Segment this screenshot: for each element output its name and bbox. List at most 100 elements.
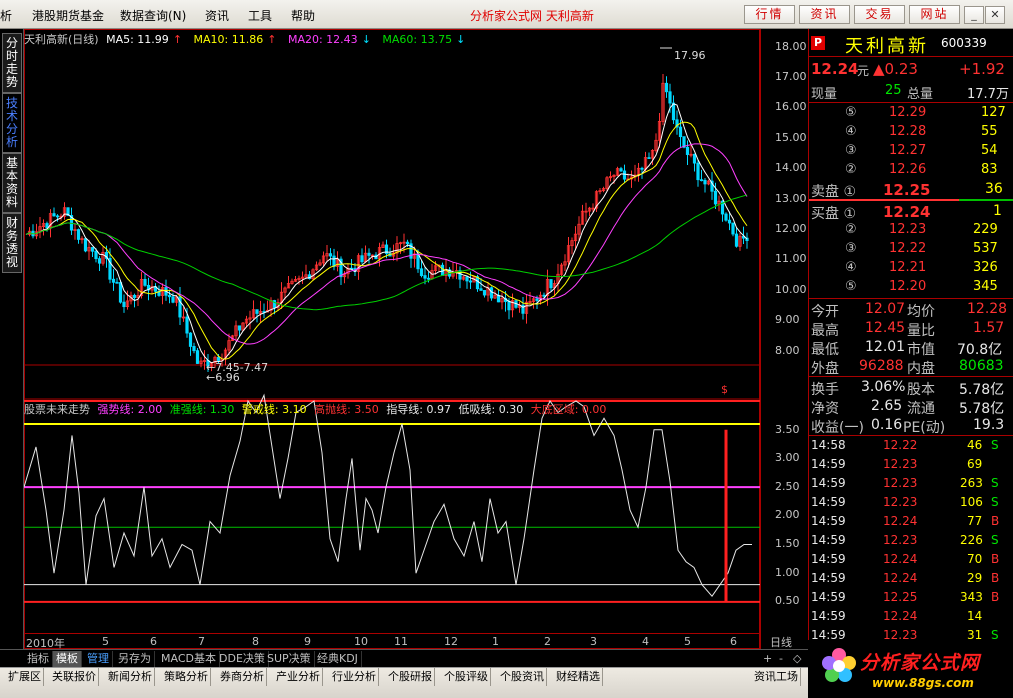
candle-body <box>699 179 704 182</box>
candle-body <box>685 146 690 155</box>
x-tick: 1 <box>492 635 499 648</box>
candle-body <box>143 278 147 286</box>
status-tab[interactable]: 新闻分析 <box>106 668 155 686</box>
bid-row[interactable]: ④ 12.21 326 <box>809 259 1013 278</box>
menu-analysis[interactable]: 析 <box>0 7 12 24</box>
tab-manage[interactable]: 管理 <box>84 651 113 667</box>
tab-sup[interactable]: SUP决策 <box>264 651 315 667</box>
x-tick: 2 <box>544 635 551 648</box>
price-change-pct: +1.92 <box>959 60 1005 78</box>
flower-logo-icon <box>822 648 856 682</box>
y-tick: 10.00 <box>775 283 807 296</box>
candle-body <box>360 255 364 263</box>
candle-body <box>332 255 336 267</box>
bid-row[interactable]: 买盘 ① 12.24 1 <box>809 202 1013 222</box>
chart-area[interactable]: 17.96←6.96←7.45-7.47$ <box>24 29 760 649</box>
y-tick: 9.00 <box>775 313 800 326</box>
bid-bar <box>959 199 1013 201</box>
menu-news[interactable]: 资讯 <box>205 7 229 24</box>
current-price: 12.24 <box>811 60 859 78</box>
tab-template[interactable]: 模板 <box>53 651 82 667</box>
zoom-in-icon[interactable]: + <box>760 651 775 667</box>
candle-body <box>167 294 172 298</box>
candle-body <box>640 167 644 170</box>
menu-hk-futures-funds[interactable]: 港股期货基金 <box>32 7 104 24</box>
tab-kdj[interactable]: 经典KDJ <box>314 651 362 667</box>
candle-body <box>731 222 735 235</box>
status-tab[interactable]: 关联报价 <box>50 668 99 686</box>
candle-body <box>692 153 697 164</box>
candle-body <box>696 162 700 181</box>
status-tab[interactable]: 产业分析 <box>274 668 323 686</box>
market-button[interactable]: 行情 <box>744 5 795 24</box>
trade-button[interactable]: 交易 <box>854 5 905 24</box>
zoom-out-icon[interactable]: - <box>776 651 786 667</box>
ma20-label: MA20: 12.43 ↓ <box>287 33 371 46</box>
status-tab[interactable]: 券商分析 <box>218 668 267 686</box>
candle-body <box>468 280 473 283</box>
status-tab[interactable]: 个股评级 <box>442 668 491 686</box>
x-tick: 12 <box>444 635 458 648</box>
tab-macd[interactable]: MACD基本 <box>158 651 220 667</box>
ask-row[interactable]: ② 12.26 83 <box>809 161 1013 180</box>
tab-time-share[interactable]: 分时走势 <box>2 33 22 93</box>
candle-body <box>622 170 627 180</box>
price-row: 12.24 元 ▲0.23 +1.92 <box>809 59 1013 81</box>
status-tab[interactable]: 策略分析 <box>162 668 211 686</box>
candle-body <box>535 298 539 301</box>
tab-basic-info[interactable]: 基本资料 <box>2 153 22 213</box>
bid-row[interactable]: ③ 12.22 537 <box>809 240 1013 259</box>
divider <box>809 102 1013 103</box>
candle-body <box>405 241 410 245</box>
menu-help[interactable]: 帮助 <box>291 7 315 24</box>
status-tab[interactable]: 个股研报 <box>386 668 435 686</box>
indicator-line-bottom-zone: 大底区域: 0.00 <box>530 403 607 416</box>
status-tab[interactable]: 行业分析 <box>330 668 379 686</box>
candle-body <box>55 215 60 218</box>
candle-body <box>195 350 200 364</box>
candle-body <box>111 278 116 283</box>
website-button[interactable]: 网站 <box>909 5 960 24</box>
reset-icon[interactable]: ◇ <box>790 651 804 667</box>
ask-row[interactable]: ④ 12.28 55 <box>809 123 1013 142</box>
candle-body <box>118 282 123 303</box>
tab-dde[interactable]: DDE决策 <box>216 651 269 667</box>
bid-row[interactable]: ② 12.23 229 <box>809 221 1013 240</box>
tab-technical-analysis[interactable]: 技术分析 <box>2 93 22 153</box>
indicator-line-low-buy: 低吸线: 0.30 <box>458 403 524 416</box>
tab-indicator[interactable]: 指标 <box>24 651 53 667</box>
close-icon[interactable]: ✕ <box>985 6 1005 24</box>
candle-body <box>185 316 189 334</box>
indicator-line-high-sell: 高抛线: 3.50 <box>314 403 379 416</box>
tick-row: 14:59 12.25 343 B <box>811 590 1000 604</box>
price-unit: 元 <box>857 64 870 78</box>
candle-body <box>647 157 651 159</box>
indicator-line-warning: 警戒线: 3.10 <box>241 403 307 416</box>
candle-body <box>132 294 137 298</box>
tab-save-as[interactable]: 另存为 <box>115 651 155 667</box>
candle-body <box>367 252 371 256</box>
stats-row: 最低 12.01 市值 70.8亿 <box>811 339 1003 358</box>
tab-financial[interactable]: 财务透视 <box>2 213 22 273</box>
candle-body <box>115 281 119 284</box>
minimize-icon[interactable]: _ <box>964 6 984 24</box>
news-button[interactable]: 资讯 <box>799 5 850 24</box>
tick-row: 14:59 12.23 106 S <box>811 495 999 509</box>
status-tab[interactable]: 资讯工场 <box>752 668 801 686</box>
tick-row: 14:59 12.23 69 <box>811 457 983 471</box>
tick-row: 14:59 12.24 77 B <box>811 514 1000 528</box>
y-tick: 18.00 <box>775 40 807 53</box>
status-tab[interactable]: 个股资讯 <box>498 668 547 686</box>
status-tab[interactable]: 财经精选 <box>554 668 603 686</box>
menu-tools[interactable]: 工具 <box>248 7 272 24</box>
ask-row[interactable]: 卖盘 ① 12.25 36 <box>809 180 1013 200</box>
menu-data-query[interactable]: 数据查询(N) <box>120 7 186 24</box>
y-tick: 15.00 <box>775 131 807 144</box>
ask-row[interactable]: ③ 12.27 54 <box>809 142 1013 161</box>
period-label[interactable]: 日线 <box>770 634 792 650</box>
ask-row[interactable]: ⑤ 12.29 127 <box>809 104 1013 123</box>
ma5-label: MA5: 11.99 ↑ <box>106 33 183 46</box>
fundamental-row: 收益(一) 0.16 PE(动) 19.3 <box>811 417 1005 436</box>
status-tab[interactable]: 扩展区 <box>6 668 44 686</box>
bid-row[interactable]: ⑤ 12.20 345 <box>809 278 1013 297</box>
